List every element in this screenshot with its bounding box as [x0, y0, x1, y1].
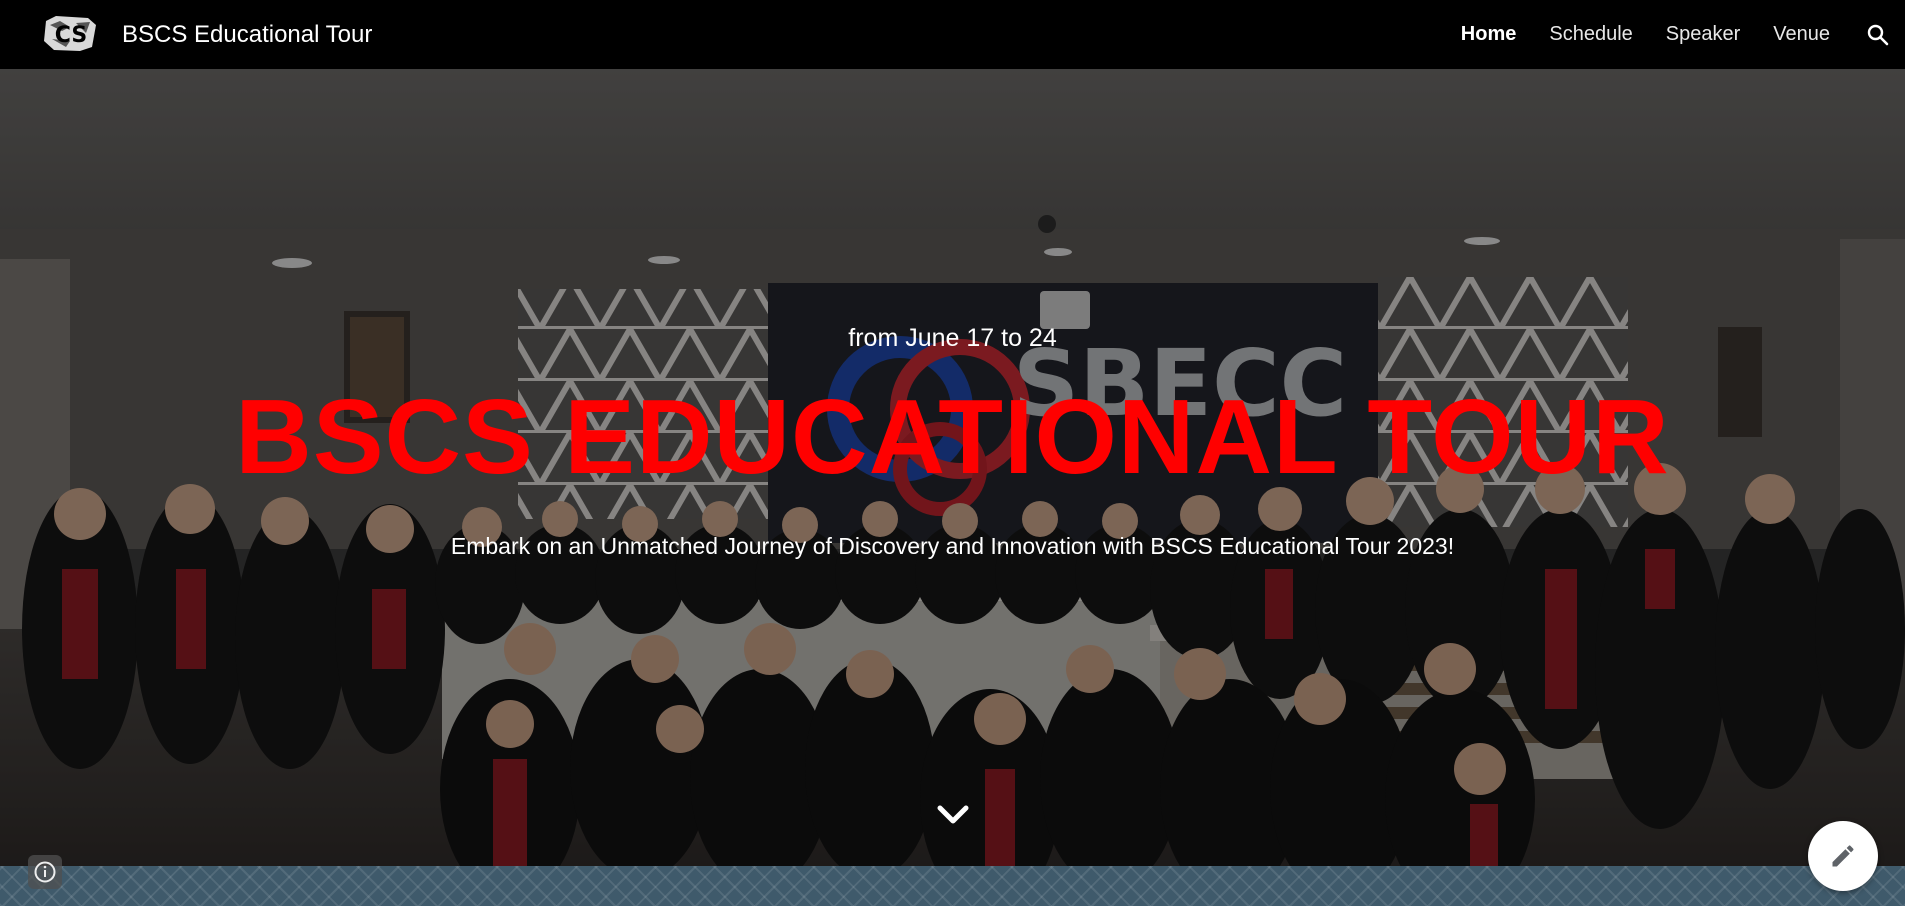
site-logo[interactable]: CS [40, 13, 102, 55]
nav-venue[interactable]: Venue [1773, 23, 1830, 46]
nav-schedule[interactable]: Schedule [1549, 23, 1632, 46]
logo-text: CS [55, 23, 87, 48]
site-info-button[interactable] [28, 855, 62, 889]
footer-pattern-band [0, 866, 1905, 906]
nav-speaker[interactable]: Speaker [1666, 23, 1741, 46]
edit-button[interactable] [1808, 821, 1878, 891]
site-header: CS BSCS Educational Tour Home Schedule S… [0, 0, 1905, 69]
hero-tagline: Embark on an Unmatched Journey of Discov… [450, 533, 1455, 559]
hero-title: BSCS EDUCATIONAL TOUR [235, 378, 1670, 496]
info-icon [34, 861, 56, 883]
search-icon [1867, 24, 1889, 45]
site-title[interactable]: BSCS Educational Tour [122, 20, 372, 50]
search-button[interactable] [1863, 20, 1893, 50]
main-nav: Home Schedule Speaker Venue [1461, 0, 1905, 69]
pencil-icon [1832, 845, 1854, 867]
hero-banner: SBECC from June 17 to 24 BSCS EDUCATIONA… [0, 69, 1905, 866]
event-date: from June 17 to 24 [848, 324, 1057, 352]
chevron-down-icon[interactable] [936, 802, 970, 828]
nav-home[interactable]: Home [1461, 23, 1517, 46]
